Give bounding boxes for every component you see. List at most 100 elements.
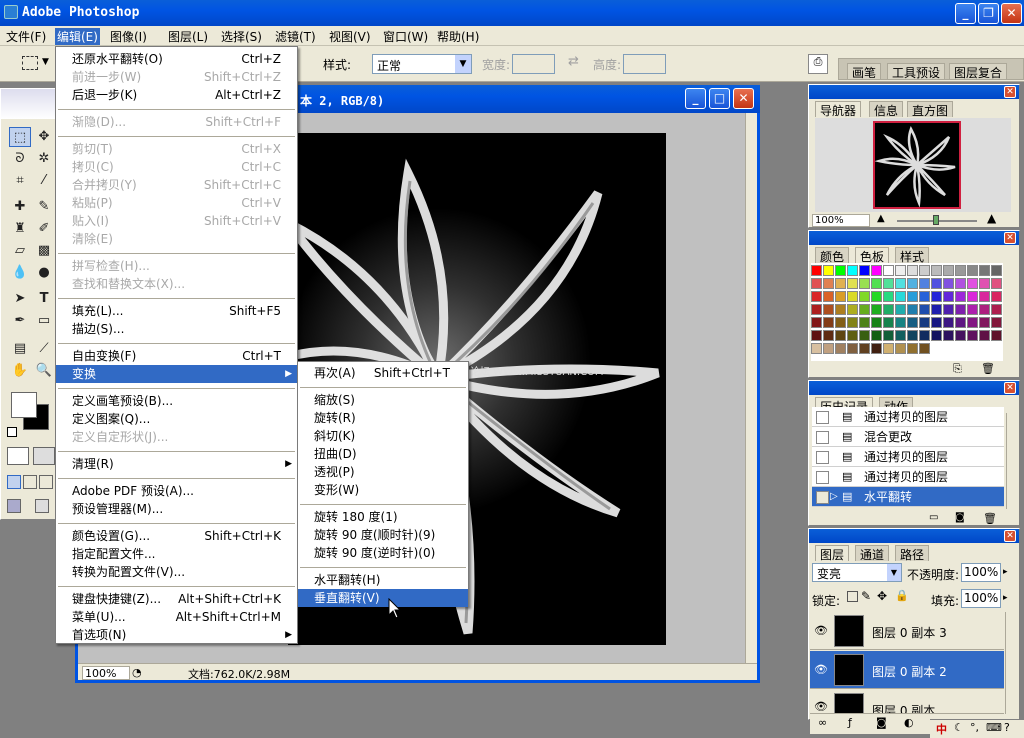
edit-menu-item[interactable]: 菜单(U)... Alt+Shift+Ctrl+M xyxy=(56,608,297,626)
color-swatch[interactable] xyxy=(823,291,834,302)
edit-menu-item[interactable]: 贴入(I) Shift+Ctrl+V xyxy=(56,212,297,230)
color-swatch[interactable] xyxy=(859,278,870,289)
color-swatch[interactable] xyxy=(919,343,930,354)
color-swatch[interactable] xyxy=(835,265,846,276)
color-swatch[interactable] xyxy=(907,343,918,354)
color-swatch[interactable] xyxy=(883,278,894,289)
color-swatch[interactable] xyxy=(991,304,1002,315)
color-swatch[interactable] xyxy=(871,330,882,341)
tab-brushes[interactable]: 画笔 xyxy=(847,63,882,80)
edit-menu-item[interactable]: 指定配置文件... xyxy=(56,545,297,563)
hand-tool-icon[interactable]: ✋ xyxy=(9,361,31,381)
color-swatch[interactable] xyxy=(895,343,906,354)
pen-tool-icon[interactable]: ✒ xyxy=(9,311,31,331)
close-button[interactable]: ✕ xyxy=(1001,3,1022,24)
history-source-checkbox[interactable] xyxy=(816,431,829,444)
new-document-icon[interactable]: ▭ xyxy=(929,512,938,523)
doc-minimize-button[interactable]: _ xyxy=(685,88,706,109)
color-swatch[interactable] xyxy=(895,304,906,315)
eye-icon[interactable]: 👁 xyxy=(814,624,828,637)
zoom-field[interactable]: 100% xyxy=(82,666,130,680)
edit-menu-item[interactable]: Adobe PDF 预设(A)... xyxy=(56,482,297,500)
edit-menu-item[interactable]: 定义图案(Q)... xyxy=(56,410,297,428)
color-swatch[interactable] xyxy=(835,317,846,328)
edit-menu-item[interactable]: 键盘快捷键(Z)... Alt+Shift+Ctrl+K xyxy=(56,590,297,608)
color-swatch[interactable] xyxy=(955,265,966,276)
navigator-zoom-field[interactable]: 100% xyxy=(812,214,870,227)
color-swatch[interactable] xyxy=(811,278,822,289)
type-tool-icon[interactable]: T xyxy=(33,289,55,309)
zoom-in-icon[interactable]: ▲ xyxy=(987,211,996,225)
opacity-field[interactable]: 100% xyxy=(961,563,1001,582)
color-swatch[interactable] xyxy=(835,278,846,289)
navigator-preview[interactable] xyxy=(815,118,1011,212)
edit-menu-item[interactable]: 填充(L)... Shift+F5 xyxy=(56,302,297,320)
color-swatch[interactable] xyxy=(967,278,978,289)
menu-layer[interactable]: 图层(L) xyxy=(168,28,208,45)
color-swatch[interactable] xyxy=(811,317,822,328)
screen-mode-full-icon[interactable] xyxy=(39,475,53,489)
color-swatch[interactable] xyxy=(979,291,990,302)
doc-close-button[interactable]: ✕ xyxy=(733,88,754,109)
panel-close-icon[interactable]: ✕ xyxy=(1004,382,1016,394)
file-browser-icon[interactable]: ⎙ xyxy=(808,54,828,74)
fill-arrow-icon[interactable]: ▸ xyxy=(1003,593,1008,603)
eye-icon[interactable]: 👁 xyxy=(814,700,828,713)
color-swatch[interactable] xyxy=(871,317,882,328)
magic-wand-icon[interactable]: ✲ xyxy=(33,149,55,169)
chevron-down-icon[interactable]: ▼ xyxy=(42,57,49,67)
color-swatch[interactable] xyxy=(847,343,858,354)
color-swatch[interactable] xyxy=(823,317,834,328)
gradient-tool-icon[interactable]: ▩ xyxy=(33,241,55,261)
color-swatch[interactable] xyxy=(907,291,918,302)
width-field[interactable] xyxy=(512,54,555,74)
trash-icon[interactable]: 🗑 xyxy=(981,362,995,375)
color-swatch[interactable] xyxy=(919,304,930,315)
screen-mode-menu-icon[interactable] xyxy=(23,475,37,489)
edit-menu-item[interactable]: 后退一步(K) Alt+Ctrl+Z xyxy=(56,86,297,104)
color-swatch[interactable] xyxy=(907,265,918,276)
transform-menu-item[interactable]: 斜切(K) xyxy=(298,427,468,445)
edit-menu-item[interactable]: 定义画笔预设(B)... xyxy=(56,392,297,410)
transform-menu-item[interactable]: 再次(A) Shift+Ctrl+T xyxy=(298,364,468,382)
eyedropper-icon[interactable]: ⟋ xyxy=(33,339,55,359)
dodge-tool-icon[interactable]: ● xyxy=(33,263,55,283)
transform-menu-item[interactable]: 旋转 180 度(1) xyxy=(298,508,468,526)
doc-maximize-button[interactable]: □ xyxy=(709,88,730,109)
color-swatch[interactable] xyxy=(835,330,846,341)
history-scrollbar[interactable] xyxy=(1006,413,1018,509)
color-swatch[interactable] xyxy=(871,291,882,302)
color-swatch[interactable] xyxy=(883,291,894,302)
standard-mode-icon[interactable] xyxy=(7,447,29,465)
minimize-button[interactable]: _ xyxy=(955,3,976,24)
color-swatch[interactable] xyxy=(895,265,906,276)
transform-menu-item[interactable]: 变形(W) xyxy=(298,481,468,499)
transform-menu-item[interactable]: 扭曲(D) xyxy=(298,445,468,463)
edit-menu-item[interactable]: 剪切(T) Ctrl+X xyxy=(56,140,297,158)
color-swatch[interactable] xyxy=(979,265,990,276)
ime-moon-icon[interactable]: ☾ xyxy=(954,721,964,734)
color-swatch[interactable] xyxy=(979,330,990,341)
color-swatch[interactable] xyxy=(991,278,1002,289)
ime-chinese-indicator[interactable]: 中 xyxy=(936,721,947,737)
color-swatch[interactable] xyxy=(979,317,990,328)
color-swatch[interactable] xyxy=(991,330,1002,341)
snapshot-icon[interactable]: ◙ xyxy=(955,512,965,523)
color-swatch[interactable] xyxy=(931,278,942,289)
edit-menu-item[interactable]: 预设管理器(M)... xyxy=(56,500,297,518)
color-swatch[interactable] xyxy=(955,304,966,315)
vertical-scrollbar[interactable] xyxy=(745,113,757,663)
color-swatch[interactable] xyxy=(823,265,834,276)
menu-filter[interactable]: 滤镜(T) xyxy=(275,28,316,45)
lock-paint-icon[interactable]: ✎ xyxy=(861,589,871,603)
color-swatch[interactable] xyxy=(919,291,930,302)
color-swatch[interactable] xyxy=(955,330,966,341)
quickmask-mode-icon[interactable] xyxy=(33,447,55,465)
slice-tool-icon[interactable]: ⁄ xyxy=(33,171,55,191)
layer-row-selected[interactable]: 👁 图层 0 副本 2 xyxy=(810,651,1004,689)
history-item[interactable]: ▤ 通过拷贝的图层 xyxy=(812,407,1004,427)
color-swatch[interactable] xyxy=(907,317,918,328)
color-swatch[interactable] xyxy=(919,278,930,289)
move-tool-icon[interactable]: ✥ xyxy=(33,127,55,147)
zoom-out-icon[interactable]: ▲ xyxy=(877,213,885,224)
